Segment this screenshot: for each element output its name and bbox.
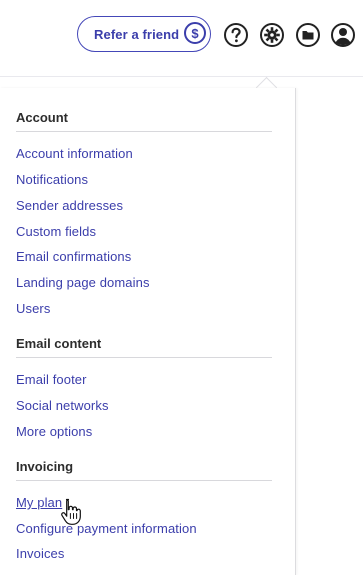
menu-item-my-plan[interactable]: My plan (16, 495, 62, 510)
dollar-icon: $ (184, 22, 206, 44)
menu-item-email-confirmations[interactable]: Email confirmations (16, 249, 131, 264)
menu-item-invoices[interactable]: Invoices (16, 546, 65, 561)
menu-item-configure-payment-information[interactable]: Configure payment information (16, 521, 197, 536)
divider (16, 480, 272, 481)
menu-item-sender-addresses[interactable]: Sender addresses (16, 198, 123, 213)
section-title-account: Account (16, 110, 68, 125)
refer-a-friend-button[interactable]: Refer a friend $ (77, 16, 211, 52)
menu-item-custom-fields[interactable]: Custom fields (16, 224, 96, 239)
divider (16, 357, 272, 358)
refer-a-friend-label: Refer a friend (94, 27, 180, 42)
top-bar: Refer a friend $ (0, 0, 363, 77)
menu-item-social-networks[interactable]: Social networks (16, 398, 109, 413)
settings-menu-panel: Account Account information Notification… (0, 88, 296, 575)
help-icon[interactable] (223, 22, 249, 48)
section-title-email-content: Email content (16, 336, 102, 351)
gear-icon[interactable] (259, 22, 285, 48)
menu-item-landing-page-domains[interactable]: Landing page domains (16, 275, 150, 290)
menu-item-account-information[interactable]: Account information (16, 146, 133, 161)
menu-item-more-options[interactable]: More options (16, 424, 92, 439)
folder-icon[interactable] (295, 22, 321, 48)
section-title-invoicing: Invoicing (16, 459, 74, 474)
divider (16, 131, 272, 132)
menu-item-notifications[interactable]: Notifications (16, 172, 88, 187)
menu-item-email-footer[interactable]: Email footer (16, 372, 87, 387)
menu-item-users[interactable]: Users (16, 301, 50, 316)
user-icon[interactable] (330, 22, 356, 48)
hand-cursor-icon (61, 498, 81, 525)
